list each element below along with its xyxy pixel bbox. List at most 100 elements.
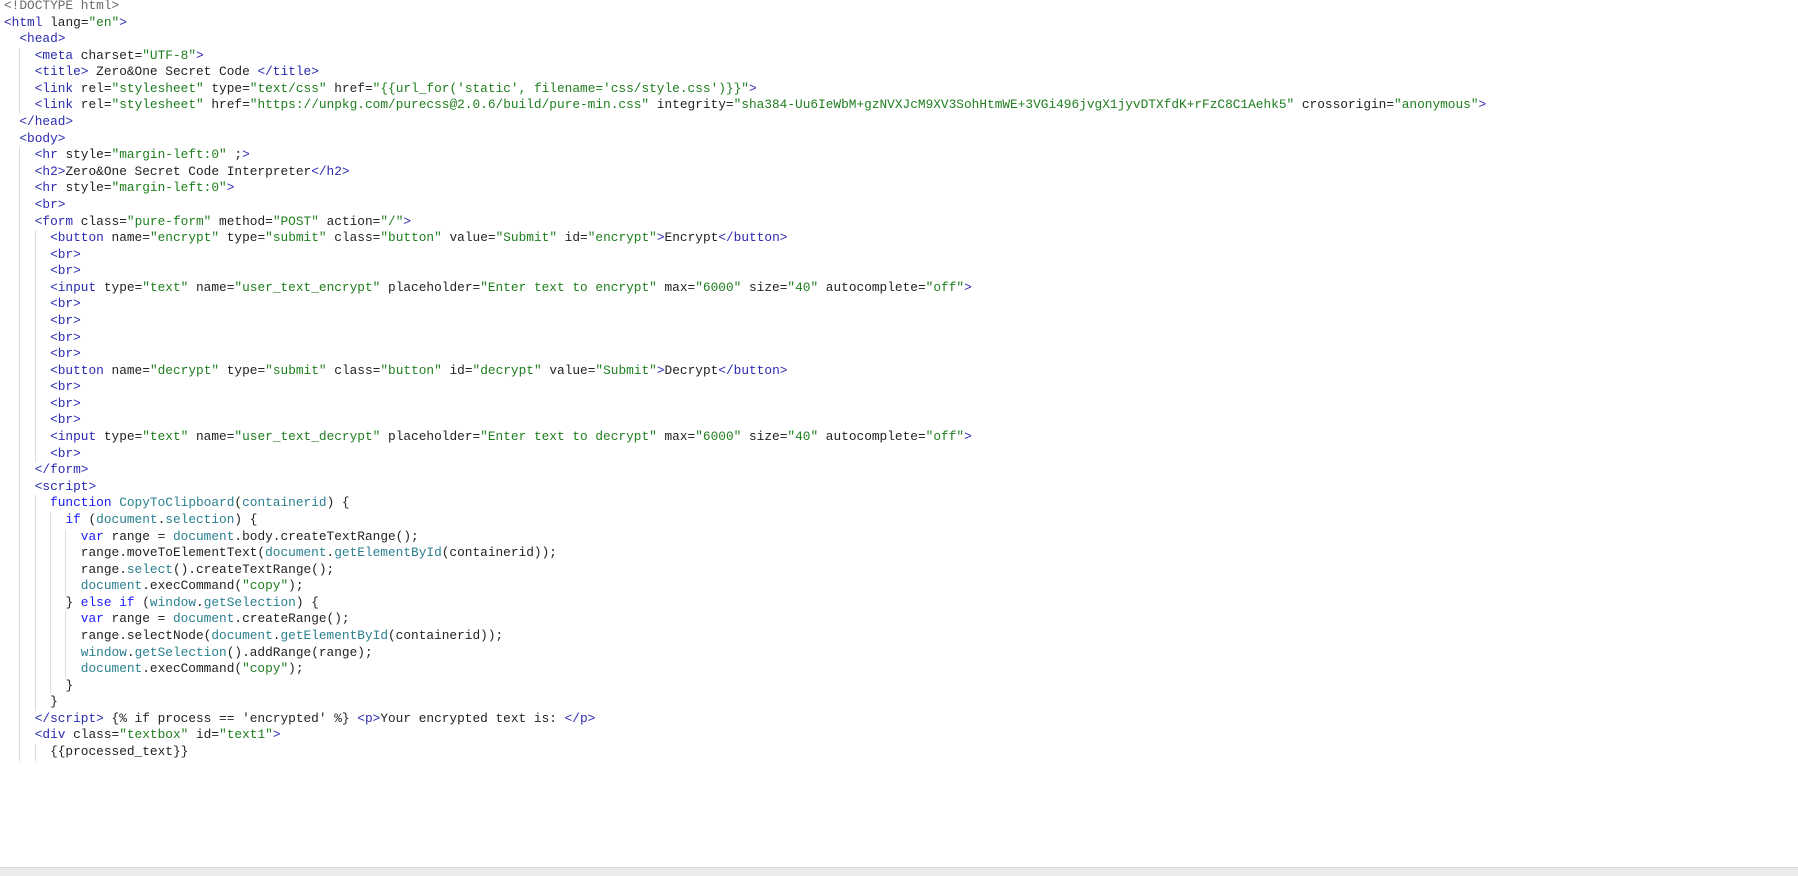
code-token: var (80, 528, 104, 544)
indent-guide (19, 677, 34, 695)
indent-guide (34, 263, 50, 280)
source-line: <head> (4, 31, 1486, 48)
code-token: "button" (380, 230, 442, 246)
code-token: = (257, 230, 266, 246)
code-token: document (172, 611, 235, 627)
code-token: type (203, 80, 243, 96)
code-token: name (188, 429, 227, 445)
code-token: <button (50, 362, 104, 378)
source-line: <link rel="stylesheet" type="text/css" h… (4, 80, 1486, 98)
indent-guide (19, 246, 34, 264)
code-token: document (96, 511, 158, 527)
source-line: } (4, 694, 1486, 711)
code-token: = (211, 727, 220, 743)
code-token: = (103, 147, 112, 163)
code-token: "decrypt" (149, 362, 220, 378)
code-token: action (318, 213, 373, 229)
indent-guide (19, 296, 34, 313)
code-token: size (741, 429, 780, 445)
indent-guide (34, 694, 50, 711)
code-token: name (188, 279, 227, 295)
indent-guide (4, 81, 19, 98)
code-token: "text/css" (249, 80, 327, 96)
code-token: id (441, 362, 465, 378)
source-line: <br> (4, 246, 1486, 264)
indent-guide (19, 561, 34, 579)
code-token: rel (73, 97, 104, 113)
indent-guide (4, 230, 19, 247)
indent-guide (34, 362, 50, 380)
code-token: name (103, 362, 143, 378)
code-token: <br> (50, 379, 81, 395)
code-token: = (464, 362, 473, 378)
indent-guide (19, 97, 34, 115)
indent-guide (4, 495, 19, 512)
code-token: method (211, 213, 266, 229)
code-token: "/" (380, 213, 404, 229)
indent-guide (4, 313, 19, 330)
code-token: id (188, 727, 212, 743)
indent-guide (50, 511, 65, 529)
indent-guide (4, 97, 19, 114)
indent-guide (19, 213, 34, 231)
code-token: type (219, 230, 258, 246)
source-line: <br> (4, 346, 1486, 363)
indent-guide (34, 511, 50, 529)
code-token: ( (134, 594, 150, 610)
code-token: = (917, 429, 926, 445)
code-token: = (725, 97, 734, 113)
code-token: = (103, 180, 112, 196)
code-token: "{{url_for('static', filename='css/style… (372, 80, 749, 96)
source-line: <!DOCTYPE html> (4, 0, 1486, 15)
source-line: <br> (4, 329, 1486, 347)
horizontal-scrollbar[interactable] (0, 867, 1798, 876)
indent-guide (4, 214, 19, 231)
code-token: = (103, 97, 112, 113)
code-token: "40" (787, 429, 819, 445)
indent-guide (34, 412, 50, 430)
code-token: ( (80, 511, 97, 527)
code-token: Zero&One Secret Code (88, 64, 258, 80)
code-token: class (326, 362, 373, 378)
source-line: document.execCommand("copy"); (4, 661, 1486, 678)
indent-guide (34, 644, 50, 662)
indent-guide (4, 512, 19, 529)
indent-guide (19, 611, 34, 628)
code-token: > (748, 80, 757, 96)
indent-guide (4, 694, 19, 711)
indent-guide (4, 661, 19, 678)
source-line: <hr style="margin-left:0" ;> (4, 147, 1486, 164)
indent-guide (34, 594, 50, 612)
code-token: = (119, 213, 127, 229)
code-token: function (50, 495, 112, 511)
code-token: CopyToClipboard (119, 495, 235, 511)
code-token: ().addRange(range); (226, 644, 373, 660)
code-token: <hr (34, 147, 58, 163)
code-token: . (196, 594, 204, 610)
code-token: "textbox" (119, 727, 189, 743)
code-token: </head> (19, 114, 74, 130)
code-token: "margin-left:0" (111, 180, 227, 196)
indent-guide (19, 263, 34, 280)
source-line: <br> (4, 296, 1486, 313)
code-token: <link (34, 97, 74, 113)
code-token: <p> (357, 710, 381, 726)
indent-guide (65, 545, 80, 562)
indent-guide (34, 561, 50, 579)
code-token: placeholder (380, 429, 473, 445)
code-token: type (96, 429, 135, 445)
code-token: <!DOCTYPE html> (4, 0, 120, 13)
code-token: </script> (34, 710, 104, 726)
code-token: (containerid)); (441, 545, 557, 561)
code-token: <br> (50, 296, 81, 312)
code-token: href (326, 80, 365, 96)
code-token: ; (226, 147, 243, 163)
source-line: <button name="encrypt" type="submit" cla… (4, 230, 1486, 247)
code-token: </title> (257, 64, 319, 80)
source-line: var range = document.body.createTextRang… (4, 528, 1486, 546)
indent-guide (34, 312, 50, 330)
code-token: = (257, 362, 266, 378)
indent-guide (19, 462, 34, 479)
code-token: class (326, 230, 373, 246)
source-line: range.moveToElementText(document.getElem… (4, 545, 1486, 562)
